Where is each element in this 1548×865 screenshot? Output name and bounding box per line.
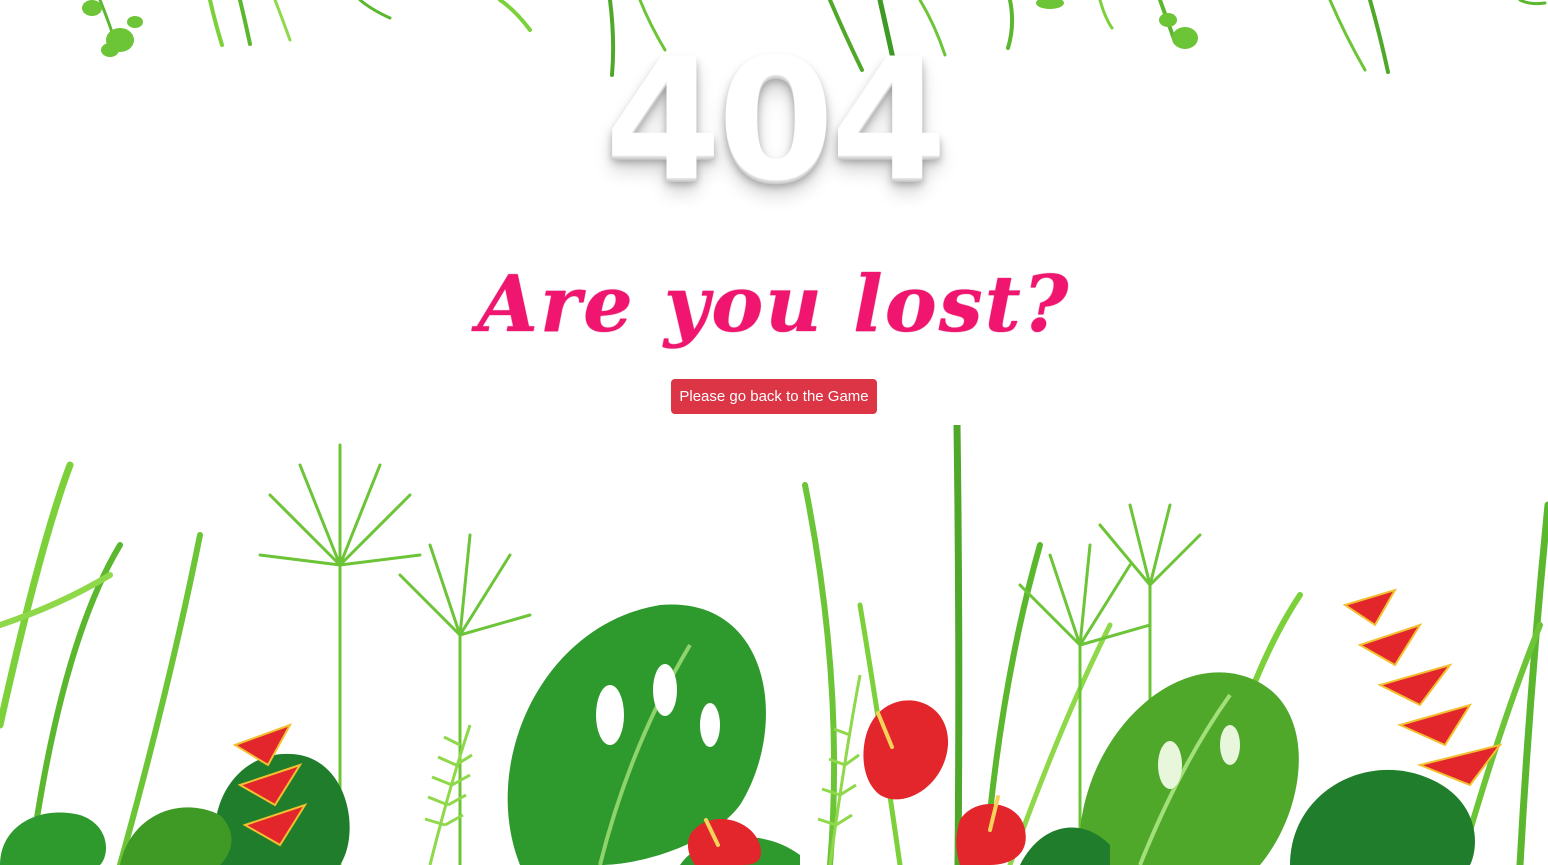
bottom-foliage-decoration <box>0 425 1548 865</box>
back-to-game-button[interactable]: Please go back to the Game <box>671 379 877 414</box>
error-code: 404 <box>604 22 948 218</box>
page-headline: Are you lost? <box>477 259 1071 350</box>
not-found-page: 404 Are you lost? Please go back to the … <box>0 0 1548 865</box>
